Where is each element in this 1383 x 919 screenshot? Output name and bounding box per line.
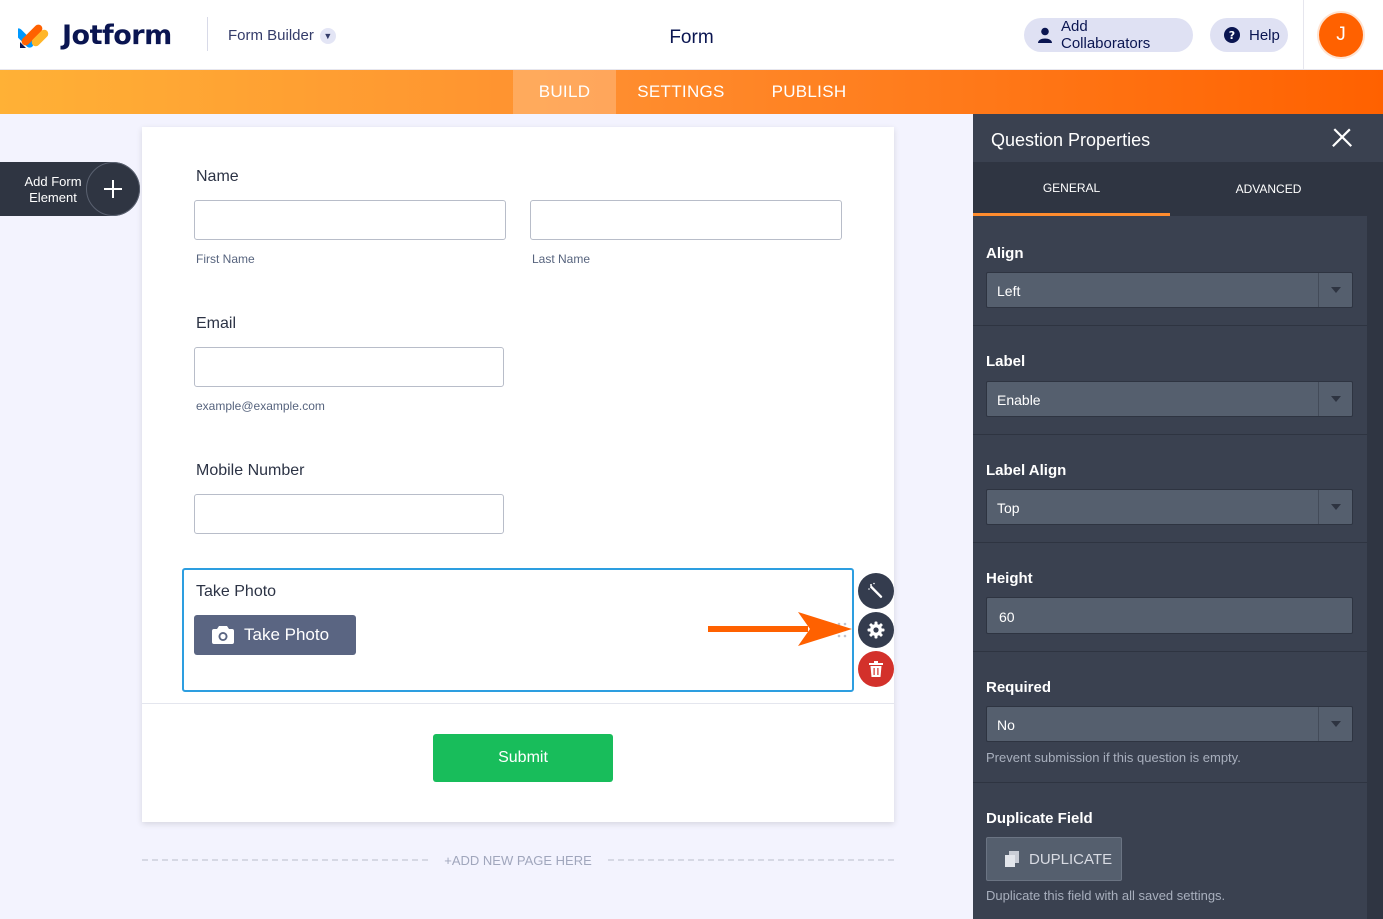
label-align-label: Label Align <box>986 462 1067 479</box>
trash-icon <box>869 661 883 677</box>
help-button[interactable]: ? Help <box>1210 18 1288 52</box>
tab-settings[interactable]: SETTINGS <box>616 70 746 114</box>
duplicate-section: Duplicate Field DUPLICATE Duplicate this… <box>973 783 1367 919</box>
form-builder-label: Form Builder <box>228 27 314 44</box>
mobile-number-input[interactable] <box>194 494 504 534</box>
submit-button[interactable]: Submit <box>433 734 613 782</box>
question-circle-icon: ? <box>1224 27 1240 43</box>
height-section: Height 60 <box>973 543 1367 652</box>
camera-icon <box>212 626 234 644</box>
align-select[interactable]: Left <box>986 272 1353 308</box>
duplicate-button[interactable]: DUPLICATE <box>986 837 1122 881</box>
height-label: Height <box>986 570 1033 587</box>
form-canvas: Name First Name Last Name Email example@… <box>142 127 894 822</box>
email-sublabel: example@example.com <box>196 399 325 413</box>
take-photo-question-label: Take Photo <box>196 583 277 600</box>
label-select[interactable]: Enable <box>986 381 1353 417</box>
add-new-page[interactable]: +ADD NEW PAGE HERE <box>142 850 895 870</box>
panel-header: Question Properties <box>973 114 1383 162</box>
take-photo-button[interactable]: Take Photo <box>194 615 356 655</box>
close-icon[interactable] <box>1331 126 1353 148</box>
magic-wand-button[interactable] <box>858 573 894 609</box>
required-select[interactable]: No <box>986 706 1353 742</box>
label-align-select[interactable]: Top <box>986 489 1353 525</box>
required-label: Required <box>986 679 1052 696</box>
align-section: Align Left <box>973 216 1367 326</box>
take-photo-button-label: Take Photo <box>244 625 330 644</box>
align-label: Align <box>986 245 1024 262</box>
add-new-page-label: +ADD NEW PAGE HERE <box>444 852 592 868</box>
add-collaborators-button[interactable]: Add Collaborators <box>1024 18 1193 52</box>
first-name-input[interactable] <box>194 200 506 240</box>
header-separator <box>1303 0 1304 70</box>
caret-down-icon <box>1318 382 1352 416</box>
panel-title: Question Properties <box>991 130 1151 150</box>
properties-gear-button[interactable] <box>858 612 894 648</box>
form-divider <box>142 703 894 704</box>
name-question-label: Name <box>196 168 239 185</box>
caret-down-icon <box>1318 707 1352 741</box>
tab-build[interactable]: BUILD <box>513 70 616 114</box>
email-input[interactable] <box>194 347 504 387</box>
svg-text:?: ? <box>1229 29 1235 42</box>
add-form-element-button[interactable]: Add Form Element <box>0 162 140 216</box>
duplicate-button-label: DUPLICATE <box>1029 850 1113 868</box>
form-builder-menu[interactable]: Form Builder ▼ <box>228 27 336 44</box>
required-section: Required No Prevent submission if this q… <box>973 652 1367 783</box>
last-name-sublabel: Last Name <box>532 252 591 266</box>
chevron-down-icon: ▼ <box>319 27 336 44</box>
dashed-line <box>607 859 895 861</box>
user-icon <box>1038 27 1052 43</box>
label-align-value: Top <box>997 500 1020 516</box>
duplicate-label: Duplicate Field <box>986 810 1093 827</box>
panel-scrollbar[interactable] <box>1367 216 1383 919</box>
align-value: Left <box>997 283 1021 299</box>
tab-advanced[interactable]: ADVANCED <box>1170 162 1367 216</box>
last-name-input[interactable] <box>530 200 842 240</box>
caret-down-icon <box>1318 273 1352 307</box>
mobile-question-label: Mobile Number <box>196 462 305 479</box>
required-help-text: Prevent submission if this question is e… <box>986 750 1241 765</box>
avatar[interactable]: J <box>1319 13 1363 57</box>
annotation-arrow <box>708 612 852 646</box>
caret-down-icon <box>1318 490 1352 524</box>
height-value: 60 <box>999 609 1015 625</box>
tab-publish[interactable]: PUBLISH <box>752 70 866 114</box>
logo-text: Jotform <box>62 19 172 51</box>
jotform-logo-icon <box>18 24 49 48</box>
plus-icon <box>86 162 140 216</box>
required-value: No <box>997 717 1015 733</box>
builder-nav: BUILD SETTINGS PUBLISH <box>0 70 1383 114</box>
jotform-logo[interactable]: Jotform <box>18 18 172 52</box>
tab-general[interactable]: GENERAL <box>973 162 1170 216</box>
help-label: Help <box>1249 26 1280 44</box>
dashed-line <box>142 859 429 861</box>
header-divider <box>207 17 208 51</box>
add-collaborators-label: Add Collaborators <box>1061 18 1151 52</box>
email-question-label: Email <box>196 315 237 332</box>
gear-icon <box>867 621 885 639</box>
panel-tabs: GENERAL ADVANCED <box>973 162 1383 216</box>
height-input[interactable]: 60 <box>986 597 1353 634</box>
add-form-element-label: Add Form Element <box>24 174 82 205</box>
question-properties-panel: Question Properties GENERAL ADVANCED Ali… <box>973 114 1383 919</box>
first-name-sublabel: First Name <box>196 252 255 266</box>
label-value: Enable <box>997 392 1041 408</box>
delete-field-button[interactable] <box>858 651 894 687</box>
top-header: Jotform Form Builder ▼ Form Add Collabor… <box>0 0 1383 70</box>
copy-icon <box>1005 851 1019 867</box>
label-label: Label <box>986 353 1026 370</box>
magic-wand-icon <box>868 582 883 598</box>
label-section: Label Enable <box>973 326 1367 435</box>
label-align-section: Label Align Top <box>973 435 1367 543</box>
duplicate-help-text: Duplicate this field with all saved sett… <box>986 888 1226 903</box>
